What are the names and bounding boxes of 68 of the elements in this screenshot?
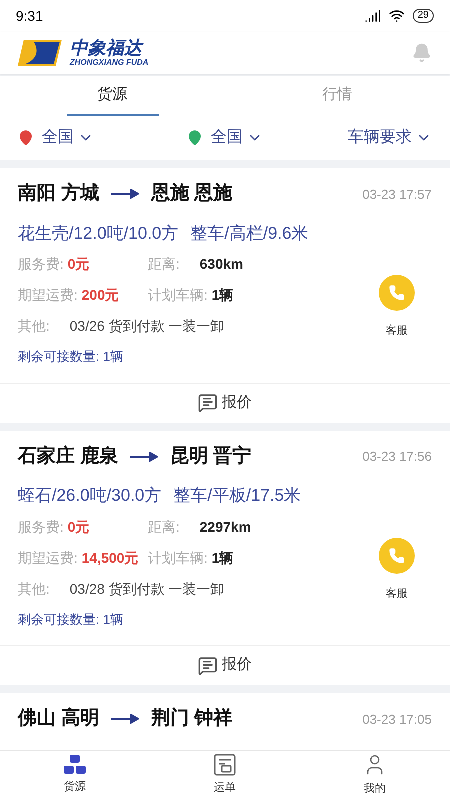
- field-label: 期望运费:: [18, 286, 78, 305]
- message-icon: [198, 656, 218, 676]
- boxes-icon: [64, 755, 86, 776]
- field-label: 服务费:: [18, 518, 64, 536]
- phone-icon: [389, 548, 405, 564]
- origin-city: 佛山 高明: [18, 706, 100, 731]
- vehicle-count: 1辆: [212, 286, 234, 305]
- notification-bell-icon[interactable]: [412, 43, 432, 63]
- field-label: 计划车辆:: [148, 286, 208, 305]
- phone-icon: [389, 285, 405, 302]
- destination-city: 恩施 恩施: [151, 182, 233, 206]
- field-label: 服务费:: [18, 255, 64, 274]
- nav-tab[interactable]: 运单: [150, 751, 300, 800]
- cargo-info: 蛭石/26.0吨/30.0方: [18, 485, 162, 507]
- cargo-info: 花生壳/12.0吨/10.0方: [18, 222, 179, 244]
- arrow-icon: [111, 189, 140, 200]
- service-label: 客服: [386, 586, 408, 602]
- cargo-card[interactable]: 石家庄 鹿泉 昆明 晋宁 03-23 17:56 蛭石/26.0吨/30.0方 整车/平板/17.5米 服务费: 0元 距离: 2297km 期望运费: 14,500元 计划车辆: 1辆 其他: 03/28 货到付款 一装一卸 剩余可接数量: 1辆 客服 报价: [0, 430, 450, 685]
- field-label: 其他:: [18, 580, 50, 598]
- vehicle-count: 1辆: [212, 548, 234, 568]
- location-pin-icon: [18, 130, 34, 146]
- arrow-icon: [130, 452, 158, 462]
- other-info: 03/28 货到付款 一装一卸: [70, 580, 225, 598]
- cargo-card[interactable]: 南阳 方城 恩施 恩施 03-23 17:57 花生壳/12.0吨/10.0方 整车/高栏/9.6米 服务费: 0元 距离: 630km 期望运费: 200元 计划车辆: 1辆 其他: 03/26 货到付款 一装一卸 剩余可接数量: 1辆 客服 报价: [0, 168, 450, 422]
- remaining-count: 剩余可接数量: 1辆: [18, 610, 124, 628]
- freight-value: 200元: [82, 286, 120, 305]
- phone-button[interactable]: [379, 538, 415, 574]
- filter-dropdown[interactable]: 全国: [211, 126, 263, 150]
- cargo-card[interactable]: 佛山 高明 荆门 钟祥 03-23 17:05: [0, 693, 450, 750]
- post-time: 03-23 17:56: [362, 448, 432, 466]
- wifi-icon: [388, 8, 405, 24]
- phone-button[interactable]: [379, 275, 415, 312]
- post-time: 03-23 17:57: [362, 186, 432, 204]
- field-label: 距离:: [148, 255, 180, 274]
- logo-title: 中象福达: [70, 39, 145, 57]
- field-label: 距离:: [148, 518, 180, 536]
- field-label: 计划车辆:: [148, 548, 208, 568]
- status-time: 9:31: [16, 6, 44, 26]
- service-fee: 0元: [68, 518, 90, 536]
- location-pin-icon: [187, 130, 203, 146]
- distance-value: 2297km: [200, 518, 252, 536]
- service-label: 客服: [386, 324, 408, 340]
- origin-city: 南阳 方城: [18, 182, 100, 206]
- truck-info: 整车/高栏/9.6米: [190, 222, 309, 244]
- destination-city: 荆门 钟祥: [151, 706, 233, 731]
- post-time: 03-23 17:05: [362, 710, 432, 728]
- origin-city: 石家庄 鹿泉: [18, 444, 118, 468]
- message-icon: [198, 393, 218, 413]
- freight-value: 14,500元: [82, 548, 139, 568]
- quote-button[interactable]: 报价: [198, 392, 252, 414]
- destination-city: 昆明 晋宁: [170, 444, 252, 468]
- other-info: 03/26 货到付款 一装一卸: [70, 317, 225, 336]
- field-label: 其他:: [18, 317, 50, 336]
- battery-indicator: 29: [412, 9, 434, 23]
- field-label: 期望运费:: [18, 548, 78, 568]
- remaining-count: 剩余可接数量: 1辆: [18, 348, 124, 366]
- signal-icon: [364, 8, 381, 24]
- nav-tab[interactable]: 我的: [300, 751, 450, 800]
- truck-info: 整车/平板/17.5米: [174, 485, 302, 507]
- filter-dropdown[interactable]: 车辆要求: [348, 126, 432, 150]
- filter-dropdown[interactable]: 全国: [42, 126, 94, 150]
- service-fee: 0元: [68, 255, 90, 274]
- quote-button[interactable]: 报价: [198, 654, 252, 677]
- arrow-icon: [111, 714, 140, 724]
- distance-value: 630km: [200, 255, 244, 274]
- document-icon: [214, 754, 236, 776]
- nav-tab[interactable]: 货源: [0, 751, 150, 800]
- logo-subtitle: ZHONGXIANG FUDA: [70, 59, 149, 67]
